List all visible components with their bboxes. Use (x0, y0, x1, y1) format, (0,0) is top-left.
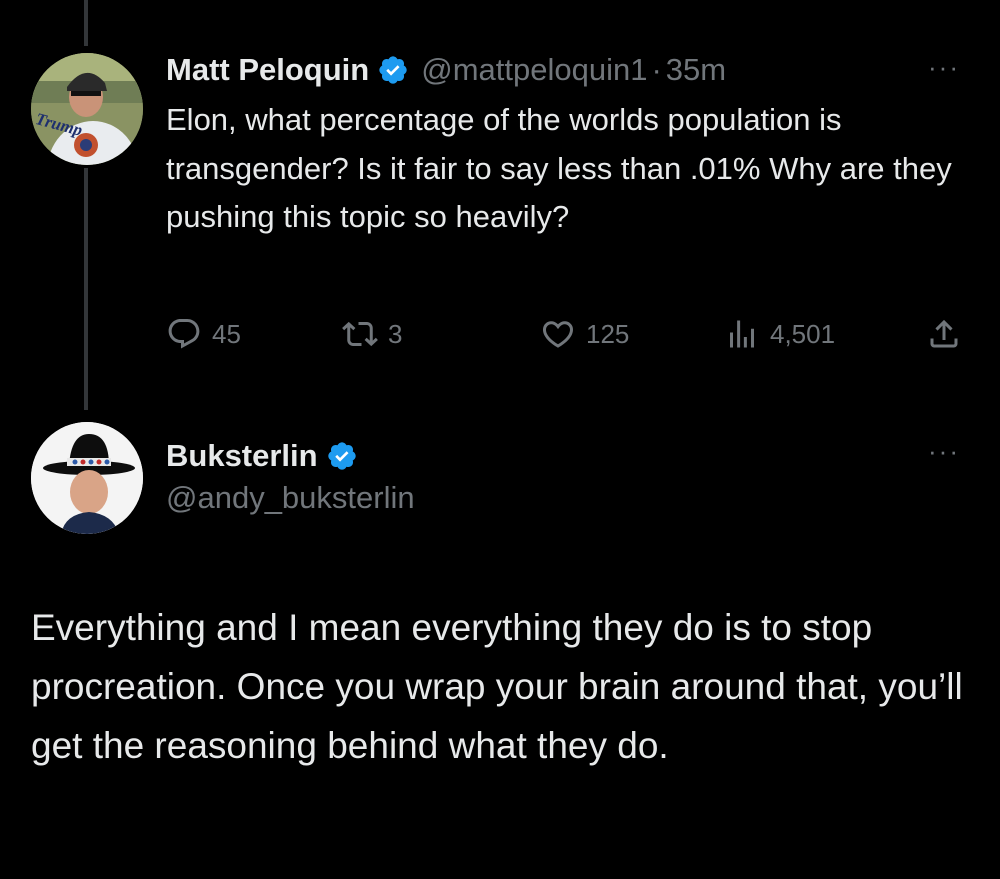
thread-line (84, 168, 88, 410)
author-name[interactable]: Buksterlin (166, 438, 318, 474)
more-options-icon[interactable]: ··· (928, 436, 960, 467)
author-name[interactable]: Matt Peloquin (166, 52, 369, 88)
tweet1-header: Matt Peloquin @mattpeloquin1 · 35m (166, 50, 726, 90)
author-handle[interactable]: @mattpeloquin1 (421, 52, 647, 88)
reply-count: 45 (212, 318, 241, 349)
avatar-matt-peloquin[interactable]: Trump (31, 53, 143, 165)
tweet2-text: Everything and I mean everything they do… (31, 607, 963, 766)
reply-button[interactable]: 45 (166, 310, 241, 358)
share-icon (930, 319, 958, 348)
tweet2-header: Buksterlin (166, 436, 358, 476)
tweet1-actions: 45 3 125 4,501 (166, 310, 966, 358)
like-button[interactable]: 125 (540, 310, 629, 358)
thread-line-top (84, 0, 88, 46)
reply-icon (168, 319, 200, 349)
views-button[interactable]: 4,501 (724, 310, 835, 358)
separator-dot: · (651, 52, 662, 87)
share-button[interactable] (926, 310, 962, 358)
verified-badge-icon (379, 56, 407, 84)
tweet1-text: Elon, what percentage of the worlds popu… (166, 102, 952, 234)
heart-icon (542, 321, 574, 348)
retweet-icon (342, 321, 378, 347)
verified-badge-icon (327, 442, 356, 470)
like-count: 125 (586, 318, 630, 349)
views-count: 4,501 (770, 318, 836, 349)
avatar-buksterlin[interactable] (31, 422, 143, 534)
more-options-icon[interactable]: ··· (928, 52, 960, 83)
retweet-count: 3 (388, 318, 403, 349)
author-handle[interactable]: @andy_buksterlin (166, 480, 415, 516)
timestamp[interactable]: 35m (666, 52, 726, 88)
retweet-button[interactable]: 3 (342, 310, 402, 358)
views-chart-icon (730, 320, 754, 348)
